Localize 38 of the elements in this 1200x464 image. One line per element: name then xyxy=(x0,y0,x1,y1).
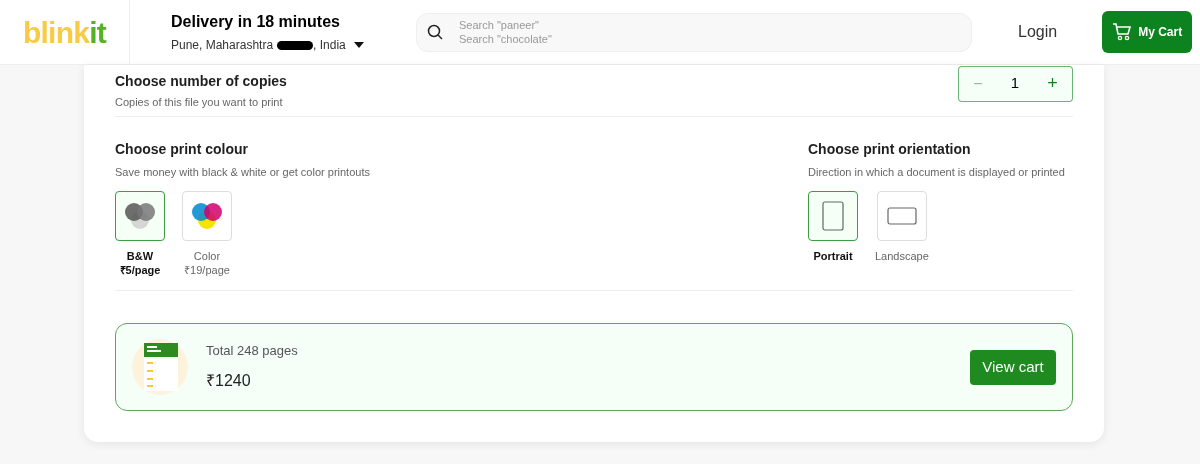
section-title: Choose print colour xyxy=(115,140,249,159)
print-option-tile[interactable] xyxy=(808,190,858,241)
caret-icon[interactable] xyxy=(353,42,364,48)
option-price: ₹19/page xyxy=(184,262,230,277)
option-price: ₹5/page xyxy=(119,262,161,277)
redaction-mark xyxy=(277,40,314,50)
overlapping-circles-icon xyxy=(123,200,157,231)
search-icon xyxy=(427,24,443,40)
option-label: Landscape xyxy=(875,248,929,263)
document-icon xyxy=(132,339,188,395)
search-placeholder: Search "paneer" xyxy=(459,18,540,32)
search-placeholder: Search "chocolate" xyxy=(459,32,552,46)
portrait-page-icon xyxy=(822,200,844,231)
section-subtitle: Copies of this file you want to print xyxy=(115,94,284,110)
view-cart-button[interactable]: View cart xyxy=(970,349,1056,385)
option-label: Portrait xyxy=(813,248,853,263)
copies-count: 1 xyxy=(1010,73,1020,94)
total-price: ₹1240 xyxy=(206,370,252,391)
address-text[interactable]: Pune, Maharashtra xyxy=(171,36,274,54)
landscape-page-icon xyxy=(886,206,917,225)
option-label: B&W xyxy=(126,248,154,263)
address-text[interactable]: , India xyxy=(313,36,346,54)
cart-button[interactable]: My Cart xyxy=(1102,11,1193,53)
section-subtitle: Direction in which a document is displayed or printed xyxy=(808,165,1066,180)
option-label: Color xyxy=(193,248,221,263)
section-title: Choose print orientation xyxy=(808,140,972,159)
blinkit-logo[interactable]: blinkit xyxy=(22,9,107,55)
increase-button[interactable]: + xyxy=(1047,70,1058,97)
quantity-stepper[interactable]: − 1 + xyxy=(958,65,1073,102)
delivery-time: Delivery in 18 minutes xyxy=(171,12,341,32)
login-link[interactable]: Login xyxy=(1018,20,1058,44)
search-field[interactable]: Search "paneer" Search "chocolate" xyxy=(416,12,972,52)
color-circles-icon xyxy=(190,200,224,231)
section-subtitle: Save money with black & white or get color printouts xyxy=(115,165,370,180)
cart-icon xyxy=(1112,22,1133,42)
print-option-tile[interactable] xyxy=(115,190,165,241)
total-pages: Total 248 pages xyxy=(206,342,298,361)
section-title: Choose number of copies xyxy=(115,71,287,91)
